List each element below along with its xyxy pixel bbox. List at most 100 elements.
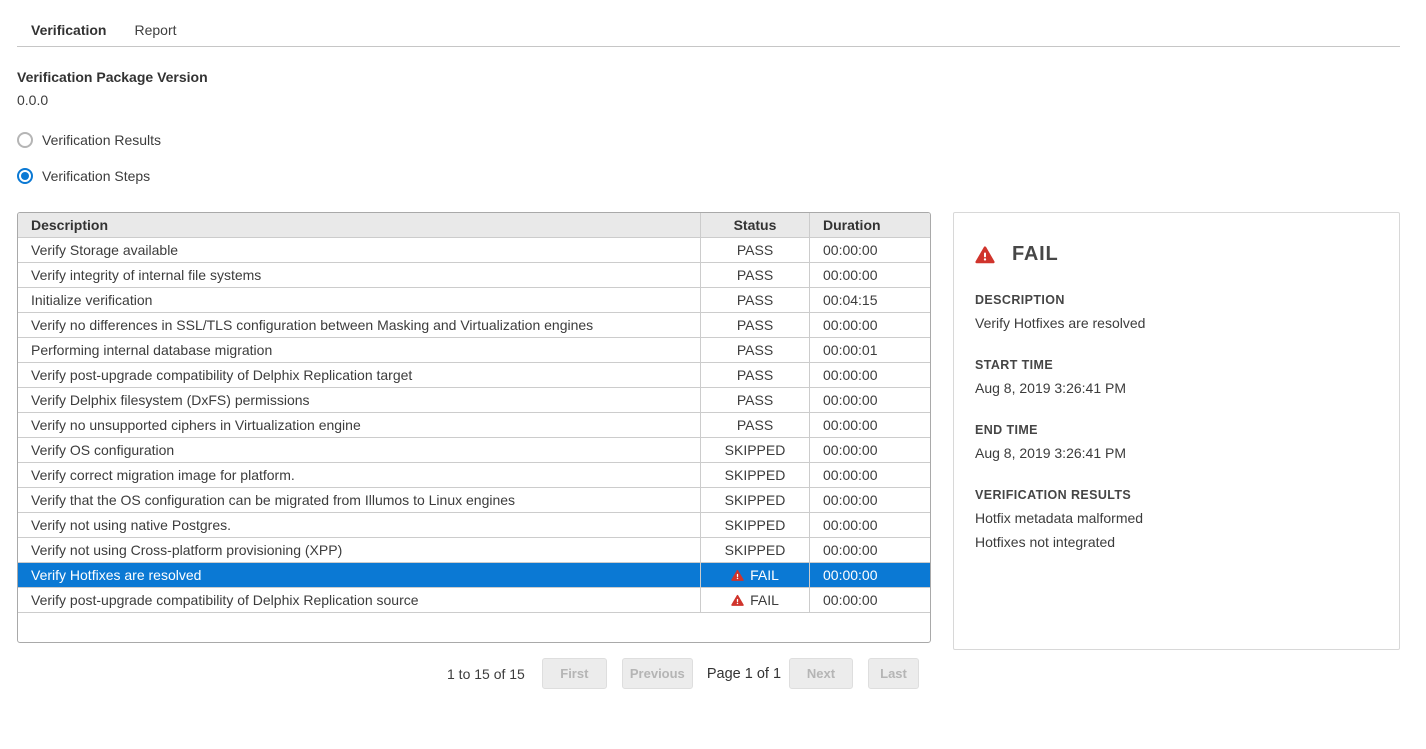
row-description: Verify no unsupported ciphers in Virtual…: [18, 413, 700, 437]
row-description: Verify that the OS configuration can be …: [18, 488, 700, 512]
row-status: SKIPPED: [700, 513, 810, 537]
pagination-range-text: 1 to 15 of 15: [447, 666, 525, 682]
radio-verification-steps[interactable]: Verification Steps: [17, 168, 1426, 184]
row-status: SKIPPED: [700, 438, 810, 462]
table-row[interactable]: Verify correct migration image for platf…: [18, 462, 930, 487]
pagination-bar: 1 to 15 of 15 First Previous Page 1 of 1…: [447, 658, 931, 689]
detail-section: DESCRIPTIONVerify Hotfixes are resolved: [975, 293, 1378, 331]
detail-status-text: FAIL: [1012, 243, 1059, 266]
detail-section-label: END TIME: [975, 423, 1378, 437]
table-row[interactable]: Verify Storage availablePASS00:00:00: [18, 237, 930, 262]
row-status: SKIPPED: [700, 488, 810, 512]
row-description: Performing internal database migration: [18, 338, 700, 362]
table-row[interactable]: Verify not using Cross-platform provisio…: [18, 537, 930, 562]
row-duration: 00:00:00: [810, 538, 930, 562]
table-filler: [18, 612, 930, 642]
first-page-button[interactable]: First: [542, 658, 607, 689]
row-description: Verify post-upgrade compatibility of Del…: [18, 363, 700, 387]
detail-status-header: FAIL: [975, 243, 1378, 266]
row-status: SKIPPED: [700, 463, 810, 487]
step-detail-panel: FAIL DESCRIPTIONVerify Hotfixes are reso…: [953, 212, 1400, 650]
row-status: PASS: [700, 363, 810, 387]
table-row[interactable]: Verify integrity of internal file system…: [18, 262, 930, 287]
row-description: Verify no differences in SSL/TLS configu…: [18, 313, 700, 337]
row-status: PASS: [700, 413, 810, 437]
column-header-description: Description: [18, 213, 700, 237]
table-row[interactable]: Verify that the OS configuration can be …: [18, 487, 930, 512]
detail-sections: DESCRIPTIONVerify Hotfixes are resolved S…: [975, 293, 1378, 550]
table-row[interactable]: Verify no differences in SSL/TLS configu…: [18, 312, 930, 337]
row-duration: 00:00:00: [810, 238, 930, 262]
last-page-button[interactable]: Last: [868, 658, 919, 689]
row-duration: 00:00:00: [810, 513, 930, 537]
package-version-value: 0.0.0: [17, 92, 1426, 108]
radio-label: Verification Steps: [42, 168, 150, 184]
next-page-button[interactable]: Next: [789, 658, 853, 689]
detail-section: VERIFICATION RESULTS Hotfix metadata malf…: [975, 488, 1378, 550]
main-area: Description Status Duration Verify Stora…: [17, 212, 1426, 689]
row-duration: 00:00:00: [810, 313, 930, 337]
detail-section-value: Aug 8, 2019 3:26:41 PM: [975, 380, 1378, 396]
previous-page-button[interactable]: Previous: [622, 658, 693, 689]
row-duration: 00:00:00: [810, 488, 930, 512]
tab-verification[interactable]: Verification: [17, 13, 120, 47]
row-status: SKIPPED: [700, 538, 810, 562]
detail-section-value: Hotfixes not integrated: [975, 534, 1378, 550]
row-status: FAIL: [700, 563, 810, 587]
radio-verification-results[interactable]: Verification Results: [17, 132, 1426, 148]
column-header-duration: Duration: [810, 213, 930, 237]
row-description: Verify correct migration image for platf…: [18, 463, 700, 487]
page: Verification Report Verification Package…: [0, 13, 1426, 689]
tab-bar: Verification Report: [17, 13, 1400, 47]
radio-circle-icon: [17, 168, 33, 184]
verification-steps-table: Description Status Duration Verify Stora…: [17, 212, 931, 643]
row-status: PASS: [700, 263, 810, 287]
pagination-page-text: Page 1 of 1: [707, 666, 781, 682]
detail-section-label: DESCRIPTION: [975, 293, 1378, 307]
detail-column: FAIL DESCRIPTIONVerify Hotfixes are reso…: [953, 212, 1400, 650]
table-row[interactable]: Verify not using native Postgres.SKIPPED…: [18, 512, 930, 537]
row-status: PASS: [700, 238, 810, 262]
radio-circle-icon: [17, 132, 33, 148]
row-status: PASS: [700, 313, 810, 337]
row-duration: 00:00:00: [810, 438, 930, 462]
table-row[interactable]: Verify OS configurationSKIPPED00:00:00: [18, 437, 930, 462]
row-duration: 00:00:00: [810, 363, 930, 387]
table-row[interactable]: Verify Delphix filesystem (DxFS) permiss…: [18, 387, 930, 412]
row-description: Verify OS configuration: [18, 438, 700, 462]
tab-report[interactable]: Report: [120, 13, 190, 47]
radio-label: Verification Results: [42, 132, 161, 148]
detail-section: END TIME Aug 8, 2019 3:26:41 PM: [975, 423, 1378, 461]
table-column: Description Status Duration Verify Stora…: [17, 212, 931, 689]
row-description: Initialize verification: [18, 288, 700, 312]
warning-icon: [731, 569, 744, 582]
row-description: Verify not using Cross-platform provisio…: [18, 538, 700, 562]
row-duration: 00:00:00: [810, 563, 930, 587]
column-header-status: Status: [700, 213, 810, 237]
row-description: Verify not using native Postgres.: [18, 513, 700, 537]
table-row[interactable]: Performing internal database migrationPA…: [18, 337, 930, 362]
table-row[interactable]: Initialize verificationPASS00:04:15: [18, 287, 930, 312]
table-row[interactable]: Verify post-upgrade compatibility of Del…: [18, 362, 930, 387]
row-duration: 00:00:00: [810, 588, 930, 612]
detail-section-value: Aug 8, 2019 3:26:41 PM: [975, 445, 1378, 461]
row-duration: 00:00:00: [810, 263, 930, 287]
table-row[interactable]: Verify no unsupported ciphers in Virtual…: [18, 412, 930, 437]
package-version-label: Verification Package Version: [17, 69, 1426, 85]
view-radio-group: Verification Results Verification Steps: [17, 132, 1426, 184]
row-duration: 00:00:00: [810, 413, 930, 437]
warning-icon: [975, 245, 995, 265]
table-row[interactable]: Verify post-upgrade compatibility of Del…: [18, 587, 930, 612]
detail-section-label: VERIFICATION RESULTS: [975, 488, 1378, 502]
row-duration: 00:00:00: [810, 388, 930, 412]
detail-section: START TIMEAug 8, 2019 3:26:41 PM: [975, 358, 1378, 396]
detail-section-value: Hotfix metadata malformed: [975, 510, 1378, 526]
row-duration: 00:00:01: [810, 338, 930, 362]
table-row[interactable]: Verify Hotfixes are resolvedFAIL00:00:00: [18, 562, 930, 587]
row-status: PASS: [700, 338, 810, 362]
row-description: Verify Storage available: [18, 238, 700, 262]
row-description: Verify post-upgrade compatibility of Del…: [18, 588, 700, 612]
warning-icon: [731, 594, 744, 607]
row-status: FAIL: [700, 588, 810, 612]
row-duration: 00:04:15: [810, 288, 930, 312]
